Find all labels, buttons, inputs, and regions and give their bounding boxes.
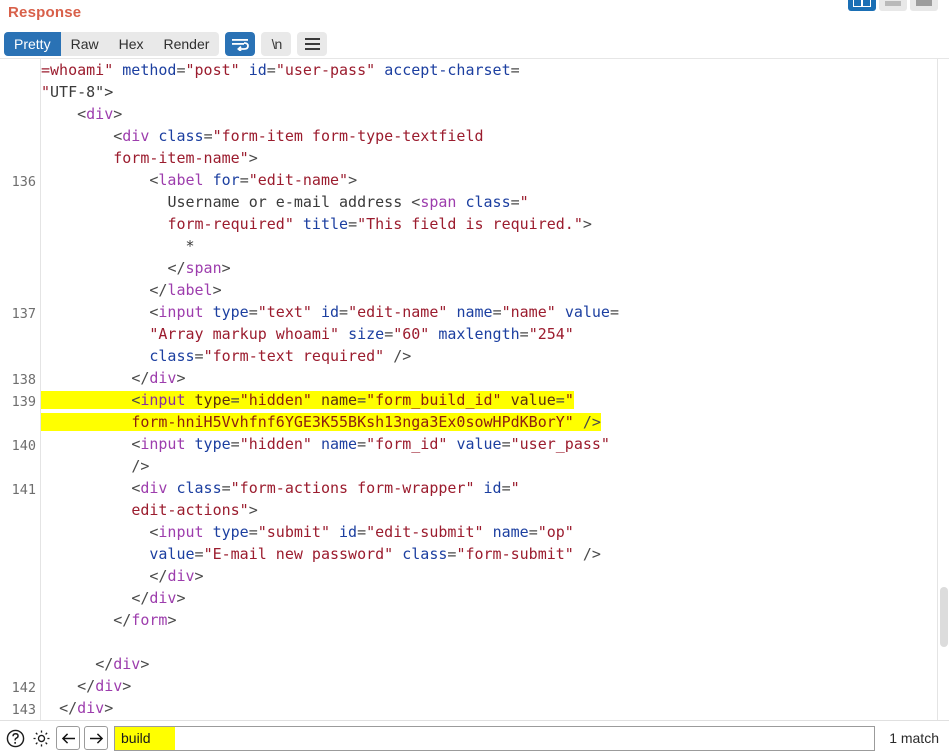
panel-header: Response [0,0,949,30]
line-number: 136 [11,174,36,190]
code-line: * [185,237,195,255]
line-number: 142 [11,680,36,696]
code-line: Username or e-mail address <span class=" [167,193,529,211]
line-number: 143 [11,702,36,718]
code-line: =whoami" method="post" id="user-pass" ac… [41,61,520,79]
line-number: 138 [11,372,36,388]
code-line: class="form-text required" /> [149,347,412,365]
code-line: <input type="hidden" name="form_id" valu… [131,435,610,453]
menu-icon[interactable] [297,32,328,56]
code-line: edit-actions"> [131,501,258,519]
help-glyph [6,729,24,747]
layout-split-horizontal-icon[interactable] [879,0,907,11]
layout-split-vertical-icon[interactable] [848,0,876,11]
code-line: form-hniH5Vvhfnf6YGE3K55BKsh13nga3Ex0sow… [41,411,949,433]
page-title: Response [8,4,82,21]
view-toolbar: Pretty Raw Hex Render \n [0,30,949,58]
split-horizontal-glyph [885,1,901,6]
code-line: <input type="hidden" name="form_build_id… [41,389,949,411]
code-line: "Array markup whoami" size="60" maxlengt… [149,325,574,343]
line-number-gutter: 136 137 138 139 140 141 142 143 [0,59,41,720]
word-wrap-icon[interactable] [225,32,256,56]
layout-single-icon[interactable] [910,0,938,11]
code-line: /> [131,457,150,475]
vertical-scrollbar[interactable] [937,59,949,720]
line-number: 137 [11,306,36,322]
word-wrap-glyph [232,39,250,51]
arrow-left-icon [61,732,75,744]
tab-hex[interactable]: Hex [109,32,154,56]
single-pane-glyph [916,0,932,6]
code-line: </div> [131,589,186,607]
gear-glyph [33,730,49,746]
code-line: form-required" title="This field is requ… [167,215,592,233]
response-panel: Response Pretty Raw Hex Render \n 136 13… [0,0,949,755]
search-term-text: build [115,726,175,750]
code-line: <div class="form-item form-type-textfiel… [113,127,484,145]
layout-toggle-group [848,0,938,11]
response-body: 136 137 138 139 140 141 142 143 =whoami" method… [0,58,949,720]
gear-icon[interactable] [30,727,52,749]
scrollbar-thumb[interactable] [940,587,948,647]
code-line: </div> [149,567,204,585]
line-number: 140 [11,438,36,454]
code-line: </div> [59,699,114,717]
code-line: form-item-name"> [113,149,258,167]
view-mode-tabs: Pretty Raw Hex Render [4,32,220,56]
code-line: <div> [77,105,123,123]
code-line: <input type="text" id="edit-name" name="… [149,303,619,321]
line-number: 141 [11,482,36,498]
code-line: </div> [95,655,150,673]
show-newlines-icon[interactable]: \n [261,32,292,56]
help-icon[interactable] [4,727,26,749]
code-line: </span> [167,259,231,277]
code-line: value="E-mail new password" class="form-… [149,545,601,563]
search-next-button[interactable] [84,726,108,750]
search-input[interactable]: build [114,725,876,751]
code-line: </div> [131,369,186,387]
match-count-label: 1 match [889,730,939,746]
code-viewer[interactable]: =whoami" method="post" id="user-pass" ac… [41,59,949,720]
tab-raw[interactable]: Raw [61,32,109,56]
code-line: </label> [149,281,222,299]
tab-render[interactable]: Render [154,32,220,56]
arrow-right-icon [89,732,103,744]
code-line: "UTF-8"> [41,83,114,101]
code-line: </form> [113,611,177,629]
code-line: </div> [77,677,132,695]
newline-label: \n [271,36,283,52]
hamburger-glyph [304,38,320,50]
code-line: <label for="edit-name"> [149,171,358,189]
search-prev-button[interactable] [56,726,80,750]
line-number: 139 [11,394,36,410]
code-line: <input type="submit" id="edit-submit" na… [149,523,574,541]
split-vertical-glyph [853,0,871,7]
tab-pretty[interactable]: Pretty [4,32,61,56]
code-line: <div class="form-actions form-wrapper" i… [131,479,520,497]
search-bar: build 1 match [0,720,949,755]
